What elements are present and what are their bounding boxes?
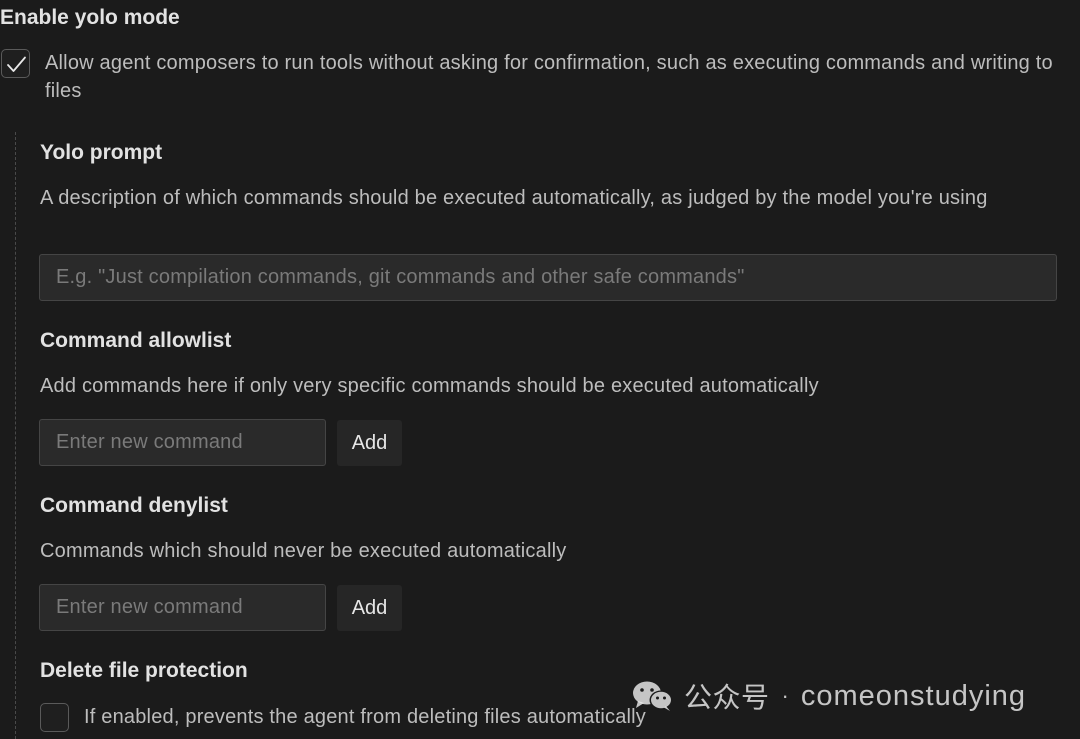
allowlist-title: Command allowlist bbox=[40, 329, 232, 352]
denylist-title: Command denylist bbox=[40, 494, 228, 517]
watermark-separator: · bbox=[781, 683, 789, 708]
watermark: 公众号 · comeonstudying bbox=[632, 676, 1026, 716]
denylist-input[interactable] bbox=[39, 584, 326, 631]
yolo-mode-checkbox[interactable] bbox=[1, 49, 30, 78]
watermark-label: 公众号 bbox=[684, 682, 770, 713]
wechat-icon bbox=[633, 681, 673, 711]
delete-protection-checkbox[interactable] bbox=[40, 703, 69, 732]
yolo-prompt-input[interactable] bbox=[39, 254, 1057, 301]
check-icon bbox=[7, 56, 26, 72]
denylist-add-button[interactable]: Add bbox=[337, 585, 402, 631]
yolo-prompt-description: A description of which commands should b… bbox=[40, 187, 988, 209]
watermark-account: comeonstudying bbox=[800, 679, 1027, 712]
yolo-prompt-title: Yolo prompt bbox=[40, 141, 163, 164]
indent-guide bbox=[15, 132, 16, 739]
allowlist-input[interactable] bbox=[39, 419, 326, 466]
delete-protection-title: Delete file protection bbox=[40, 659, 248, 682]
allowlist-description: Add commands here if only very specific … bbox=[40, 375, 819, 397]
yolo-mode-title: Enable yolo mode bbox=[0, 6, 180, 29]
denylist-description: Commands which should never be executed … bbox=[40, 540, 567, 562]
allowlist-add-button[interactable]: Add bbox=[337, 420, 402, 466]
yolo-mode-description: Allow agent composers to run tools witho… bbox=[45, 52, 1053, 102]
